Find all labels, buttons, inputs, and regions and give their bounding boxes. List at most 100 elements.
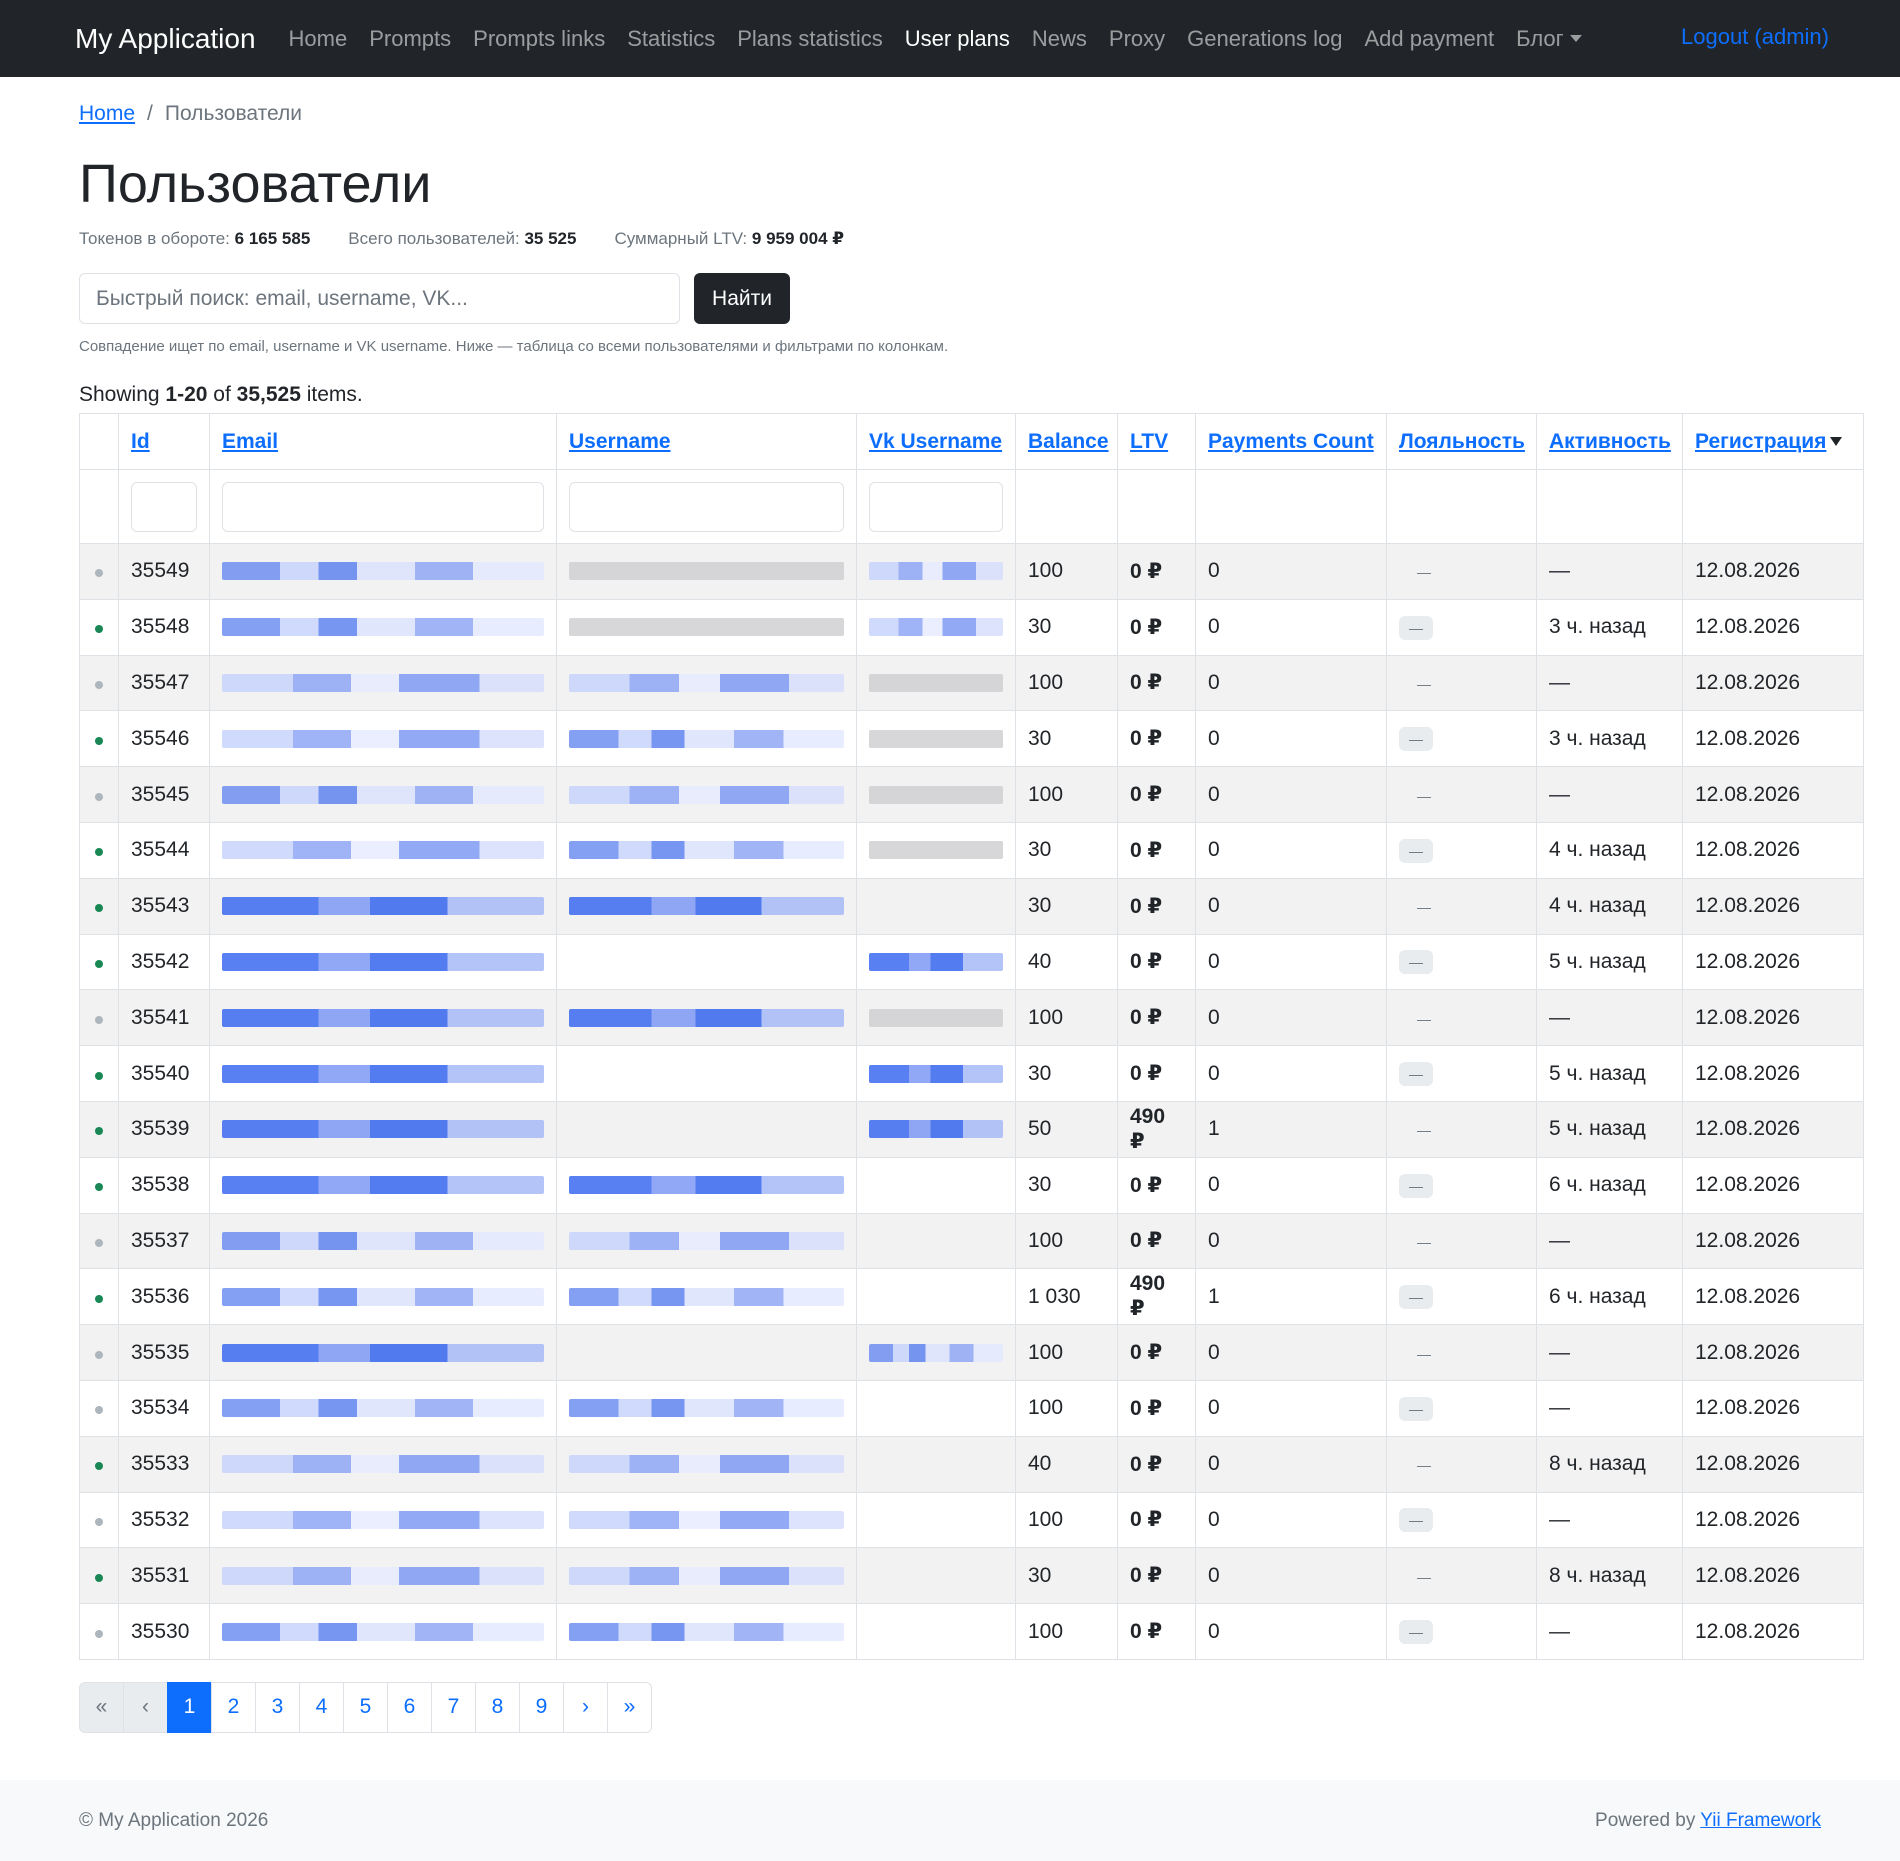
footer-yii-link[interactable]: Yii Framework [1700, 1810, 1821, 1831]
email-link-redacted[interactable] [222, 1064, 544, 1083]
vk-username-redacted[interactable] [869, 841, 1003, 860]
nav-item-generations-log[interactable]: Generations log [1187, 26, 1342, 52]
logout-link[interactable]: Logout (admin) [1681, 24, 1829, 50]
pagination-page[interactable]: 1 [167, 1681, 212, 1733]
cell-balance: 100 [1015, 989, 1118, 1047]
filter-username-input[interactable] [569, 481, 844, 532]
email-link-redacted[interactable] [222, 841, 544, 860]
nav-item-user-plans[interactable]: User plans [905, 26, 1010, 52]
sort-link-balance[interactable]: Balance [1028, 430, 1109, 453]
pagination-page[interactable]: 5 [343, 1681, 388, 1733]
vk-username-redacted[interactable] [869, 785, 1003, 804]
email-link-redacted[interactable] [222, 673, 544, 692]
email-link-redacted[interactable] [222, 618, 544, 637]
vk-username-redacted[interactable] [869, 562, 1003, 581]
pagination-page[interactable]: 8 [475, 1681, 520, 1733]
email-link-redacted[interactable] [222, 1455, 544, 1474]
email-link-redacted[interactable] [222, 897, 544, 916]
cell-id: 35538 [118, 1156, 210, 1214]
pagination-next[interactable]: › [563, 1681, 608, 1733]
email-link-redacted[interactable] [222, 1120, 544, 1139]
nav-item-statistics[interactable]: Statistics [627, 26, 715, 52]
nav-item-prompts-links[interactable]: Prompts links [473, 26, 605, 52]
email-link-redacted[interactable] [222, 1399, 544, 1418]
vk-username-redacted[interactable] [869, 1120, 1003, 1139]
nav-item-news[interactable]: News [1032, 26, 1087, 52]
email-link-redacted[interactable] [222, 785, 544, 804]
username-redacted[interactable] [569, 785, 844, 804]
sort-link-loyalty[interactable]: Лояльность [1399, 430, 1525, 453]
vk-username-redacted[interactable] [869, 1064, 1003, 1083]
pagination-last[interactable]: » [607, 1681, 652, 1733]
username-redacted[interactable] [569, 1399, 844, 1418]
cell-payments-count: 0 [1195, 877, 1387, 935]
username-redacted[interactable] [569, 1455, 844, 1474]
vk-username-redacted[interactable] [869, 673, 1003, 692]
vk-username-redacted[interactable] [869, 729, 1003, 748]
username-redacted[interactable] [569, 1008, 844, 1027]
pagination-page[interactable]: 2 [211, 1681, 256, 1733]
nav-item-proxy[interactable]: Proxy [1109, 26, 1165, 52]
search-input[interactable] [79, 273, 680, 324]
pagination-page[interactable]: 9 [519, 1681, 564, 1733]
filter-email-input[interactable] [222, 481, 544, 532]
username-redacted[interactable] [569, 1622, 844, 1641]
username-redacted[interactable] [569, 1176, 844, 1195]
pagination-page[interactable]: 4 [299, 1681, 344, 1733]
email-link-redacted[interactable] [222, 1287, 544, 1306]
online-status-dot [95, 1071, 103, 1080]
sort-link-username[interactable]: Username [569, 430, 671, 453]
brand-link[interactable]: My Application [75, 23, 256, 55]
vk-username-redacted[interactable] [869, 1008, 1003, 1027]
username-redacted[interactable] [569, 897, 844, 916]
username-redacted[interactable] [569, 1510, 844, 1529]
vk-username-redacted[interactable] [869, 1343, 1003, 1362]
username-redacted[interactable] [569, 729, 844, 748]
email-link-redacted[interactable] [222, 1231, 544, 1250]
username-redacted[interactable] [569, 1231, 844, 1250]
sort-link-registration[interactable]: Регистрация [1695, 430, 1826, 453]
username-redacted[interactable] [569, 562, 844, 581]
username-redacted[interactable] [569, 1287, 844, 1306]
sort-link-email[interactable]: Email [222, 430, 278, 453]
nav-item-home[interactable]: Home [289, 26, 348, 52]
cell-payments-count: 0 [1195, 1324, 1387, 1381]
username-redacted[interactable] [569, 1566, 844, 1585]
username-redacted[interactable] [569, 618, 844, 637]
nav-item-add-payment[interactable]: Add payment [1364, 26, 1494, 52]
username-redacted[interactable] [569, 841, 844, 860]
filter-vk-username-input[interactable] [869, 481, 1003, 532]
nav-dropdown-blog[interactable]: Блог [1516, 26, 1582, 52]
pagination-page[interactable]: 6 [387, 1681, 432, 1733]
sort-link-activity[interactable]: Активность [1549, 430, 1671, 453]
online-status-dot [95, 904, 103, 913]
cell-id: 35532 [118, 1491, 210, 1549]
email-link-redacted[interactable] [222, 952, 544, 971]
nav-item-prompts[interactable]: Prompts [369, 26, 451, 52]
sort-link-ltv[interactable]: LTV [1130, 430, 1168, 453]
vk-username-redacted[interactable] [869, 618, 1003, 637]
email-link-redacted[interactable] [222, 562, 544, 581]
cell-activity: 6 ч. назад [1536, 1156, 1683, 1214]
nav-item-plans-statistics[interactable]: Plans statistics [737, 26, 883, 52]
username-redacted[interactable] [569, 673, 844, 692]
email-link-redacted[interactable] [222, 1566, 544, 1585]
filter-id-input[interactable] [131, 481, 197, 532]
table-row: 35545 100 0 ₽0— —12.08.2026 [79, 766, 1864, 823]
sort-link-vk-username[interactable]: Vk Username [869, 430, 1002, 453]
sort-link-id[interactable]: Id [131, 430, 150, 453]
vk-username-redacted[interactable] [869, 952, 1003, 971]
sort-link-payments-count[interactable]: Payments Count [1208, 430, 1374, 453]
email-link-redacted[interactable] [222, 1343, 544, 1362]
pagination-page[interactable]: 7 [431, 1681, 476, 1733]
email-link-redacted[interactable] [222, 1176, 544, 1195]
pagination-prev[interactable]: ‹ [123, 1681, 168, 1733]
pagination-page[interactable]: 3 [255, 1681, 300, 1733]
search-button[interactable]: Найти [694, 273, 790, 324]
breadcrumb-home-link[interactable]: Home [79, 102, 135, 126]
email-link-redacted[interactable] [222, 1510, 544, 1529]
email-link-redacted[interactable] [222, 729, 544, 748]
pagination-first[interactable]: « [79, 1681, 124, 1733]
email-link-redacted[interactable] [222, 1008, 544, 1027]
email-link-redacted[interactable] [222, 1622, 544, 1641]
